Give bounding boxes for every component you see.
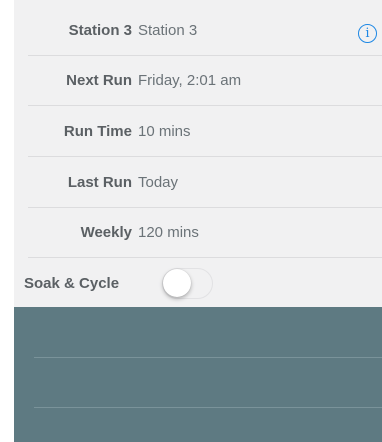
weekly-row: Weekly 120 mins	[14, 207, 382, 257]
soak-cycle-label: Soak & Cycle	[24, 274, 120, 292]
run-time-label: Run Time	[63, 122, 132, 140]
footer-panel	[14, 307, 382, 442]
footer-divider	[34, 357, 382, 358]
next-run-row: Next Run Friday, 2:01 am	[14, 55, 382, 105]
info-icon[interactable]: i	[358, 24, 377, 43]
info-glyph: i	[365, 26, 370, 41]
app-screen: Station 3 Station 3 i Next Run Friday, 2…	[0, 0, 382, 442]
footer-divider	[34, 407, 382, 408]
station-value: Station 3	[138, 21, 198, 39]
last-run-row: Last Run Today	[14, 157, 382, 207]
next-run-label: Next Run	[66, 71, 132, 89]
toggle-knob[interactable]	[163, 269, 191, 297]
soak-cycle-toggle[interactable]	[162, 268, 213, 299]
weekly-label: Weekly	[80, 223, 132, 241]
station-row: Station 3 Station 3 i	[14, 5, 382, 55]
weekly-value: 120 mins	[138, 223, 199, 241]
next-run-value: Friday, 2:01 am	[138, 71, 242, 89]
station-label: Station 3	[68, 21, 132, 39]
run-time-value: 10 mins	[138, 122, 191, 140]
last-run-label: Last Run	[67, 173, 132, 191]
last-run-value: Today	[138, 173, 179, 191]
run-time-row: Run Time 10 mins	[14, 106, 382, 156]
